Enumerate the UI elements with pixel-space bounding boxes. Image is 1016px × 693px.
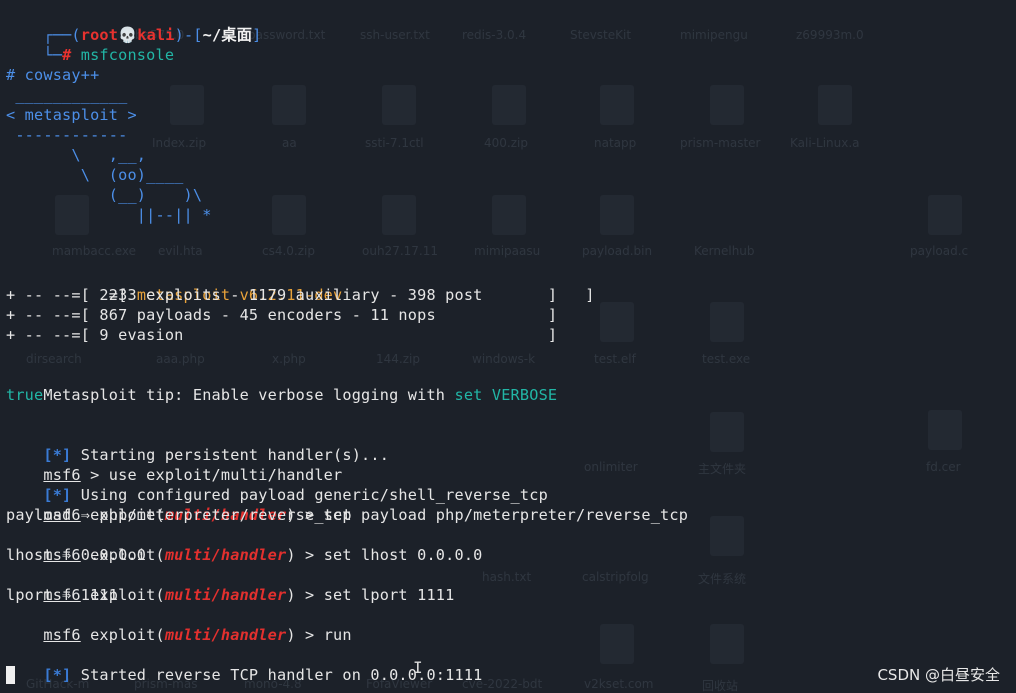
tip-command: set VERBOSE	[454, 386, 558, 404]
cow-art-line: ||--|| *	[6, 206, 212, 224]
module-name: multi/handler	[164, 546, 287, 564]
msf-command-line: msf6 exploit(multi/handler) > set payloa…	[6, 485, 688, 524]
cowsay-top-rule: ____________	[6, 86, 128, 104]
cow-art-line: \ ,__,	[6, 146, 147, 164]
prompt-bracket-close: ]	[252, 26, 262, 44]
msf-command-line: msf6 > use exploit/multi/handler	[6, 445, 342, 484]
output-line: lhost ⇒ 0.0.0.0	[6, 546, 147, 564]
command-text: run	[323, 626, 352, 644]
shell-command: msfconsole	[80, 46, 175, 64]
msf-command-line: msf6 exploit(multi/handler) > set lhost …	[6, 525, 483, 564]
tip-command-value: true	[6, 386, 44, 404]
msf-command-line: msf6 exploit(multi/handler) > run	[6, 605, 352, 644]
command-text: set lport 1111	[323, 586, 455, 604]
msf-prompt: msf6	[43, 626, 81, 644]
prompt-close: ) >	[286, 586, 324, 604]
cow-art-line: \ (oo)____	[6, 166, 184, 184]
command-text: set lhost 0.0.0.0	[323, 546, 483, 564]
prompt-close: ) >	[286, 546, 324, 564]
module-name: multi/handler	[164, 586, 287, 604]
prompt-close: ) >	[286, 626, 324, 644]
info-tag: [*]	[43, 666, 72, 684]
banner-evasion-line: + -- --=[ 9 evasion ]	[6, 326, 558, 344]
tip-text: Metasploit tip: Enable verbose logging w…	[43, 386, 455, 404]
cowsay-command: # cowsay++	[6, 66, 100, 84]
cow-art-line: (__) )\	[6, 186, 203, 204]
exploit-word: exploit(	[90, 626, 165, 644]
msf-command-line: msf6 exploit(multi/handler) > set lport …	[6, 565, 455, 604]
output-line: payload ⇒ php/meterpreter/reverse_tcp	[6, 506, 352, 524]
banner-payloads-line: + -- --=[ 867 payloads - 45 encoders - 1…	[6, 306, 558, 324]
cowsay-speech: < metasploit >	[6, 106, 137, 124]
csdn-watermark: CSDN @白昼安全	[877, 666, 1000, 684]
module-name: multi/handler	[164, 626, 287, 644]
shell-command-line: └─# msfconsole	[6, 25, 174, 64]
metasploit-tip: Metasploit tip: Enable verbose logging w…	[6, 365, 557, 404]
mouse-ibeam-icon: I	[413, 658, 423, 677]
output-line: [*] Starting persistent handler(s)...	[6, 425, 389, 464]
output-line: [*] Started reverse TCP handler on 0.0.0…	[6, 645, 483, 684]
terminal-cursor[interactable]	[6, 666, 15, 684]
banner-version-line: =[ metasploit v6.2.11-dev ]	[6, 265, 595, 304]
shell-prompt: ┌──(root💀kali)-[~/桌面]	[6, 5, 261, 44]
terminal-window[interactable]: ┌──(root💀kali)-[~/桌面] └─# msfconsole # c…	[0, 0, 1016, 693]
output-line: [*] Using configured payload generic/she…	[6, 465, 548, 504]
prompt-corner: └─	[43, 46, 63, 64]
banner-exploits-line: + -- --=[ 2233 exploits - 1179 auxiliary…	[6, 286, 558, 304]
prompt-path: ~/桌面	[202, 26, 253, 44]
prompt-hash: #	[62, 46, 72, 64]
command-text: set payload php/meterpreter/reverse_tcp	[323, 506, 689, 524]
prompt-separator: )-[	[174, 26, 203, 44]
output-line: lport ⇒ 1111	[6, 586, 119, 604]
cowsay-bottom-rule: ------------	[6, 126, 128, 144]
